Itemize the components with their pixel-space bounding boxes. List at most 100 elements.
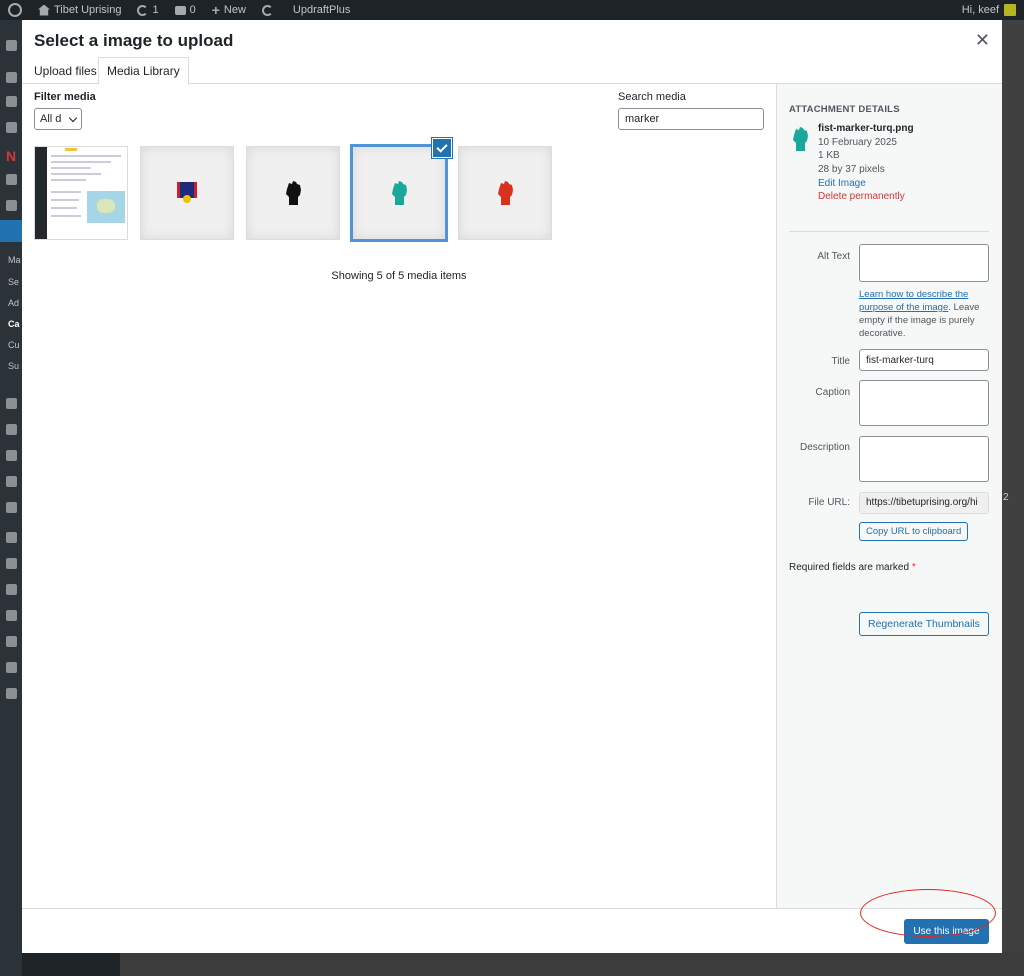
showing-count: Showing 5 of 5 media items xyxy=(331,270,467,282)
new-label: New xyxy=(223,4,246,16)
updraftplus-link[interactable]: UpdraftPlus xyxy=(254,4,358,16)
comments-link[interactable]: 0 xyxy=(167,4,204,16)
description-field[interactable] xyxy=(859,436,989,482)
screenshot-thumbnail xyxy=(35,147,127,239)
map-pin-icon[interactable] xyxy=(0,220,22,242)
fist-icon xyxy=(793,127,808,151)
mail-icon[interactable] xyxy=(6,174,17,185)
google-icon[interactable] xyxy=(6,662,17,673)
use-this-image-button[interactable]: Use this image xyxy=(904,919,989,944)
submenu-item-3[interactable]: Ad xyxy=(8,298,19,308)
filter-media-label: Filter media xyxy=(34,91,96,103)
media-icon[interactable] xyxy=(6,96,17,107)
wordpress-icon xyxy=(8,3,22,17)
attachment-screenshot[interactable] xyxy=(34,146,128,240)
attachment-filename: fist-marker-turq.png xyxy=(818,123,914,134)
layers-icon[interactable] xyxy=(6,636,17,647)
title-label: Title xyxy=(831,356,850,367)
attachments-grid xyxy=(34,138,594,242)
edit-image-link[interactable]: Edit Image xyxy=(818,178,866,189)
pages-icon[interactable] xyxy=(6,122,17,133)
lock-icon[interactable] xyxy=(6,532,17,543)
wordpress-logo[interactable] xyxy=(0,3,30,17)
attachment-date: 10 February 2025 xyxy=(818,137,897,148)
submenu-item-6[interactable]: Su xyxy=(8,361,19,371)
marker-thumbnail xyxy=(177,182,197,203)
settings-icon[interactable] xyxy=(6,502,17,513)
date-filter-value: All dates xyxy=(40,113,62,125)
title-field[interactable] xyxy=(859,349,989,371)
tools-icon[interactable] xyxy=(6,200,17,211)
alt-text-label: Alt Text xyxy=(817,251,850,262)
fist-icon xyxy=(286,181,301,205)
file-url-field[interactable]: https://tibetuprising.org/hi xyxy=(859,492,989,514)
updates-icon xyxy=(137,4,149,16)
updates-count: 1 xyxy=(152,4,159,16)
media-modal: Select a image to upload ✕ Upload files … xyxy=(22,20,1002,953)
shield-icon[interactable] xyxy=(6,610,17,621)
updates-link[interactable]: 1 xyxy=(129,4,166,16)
search-input[interactable] xyxy=(618,108,764,130)
required-fields-note: Required fields are marked * xyxy=(789,562,916,573)
date-filter-select[interactable]: All dates xyxy=(34,108,82,130)
submenu-item-4[interactable]: Ca xyxy=(8,319,20,329)
updraftplus-label: UpdraftPlus xyxy=(292,4,351,16)
regenerate-thumbnails-button[interactable]: Regenerate Thumbnails xyxy=(859,612,989,636)
attachment-size: 1 KB xyxy=(818,150,840,161)
modal-footer xyxy=(22,908,1002,953)
attachment-details-sidebar: ATTACHMENT DETAILS fist-marker-turq.png … xyxy=(776,84,1002,908)
admin-content-background-right xyxy=(1002,20,1024,952)
pin-icon-2[interactable] xyxy=(6,398,17,409)
selected-check-icon[interactable] xyxy=(432,138,452,158)
n-plugin-icon[interactable]: N xyxy=(6,148,16,164)
alt-text-field[interactable] xyxy=(859,244,989,282)
site-name: Tibet Uprising xyxy=(54,4,122,16)
description-label: Description xyxy=(799,442,850,453)
copy-url-button[interactable]: Copy URL to clipboard xyxy=(859,522,969,541)
caption-field[interactable] xyxy=(859,380,989,426)
attachment-fist-red[interactable] xyxy=(458,146,552,240)
submenu-item-5[interactable]: Cu xyxy=(8,340,20,350)
pin-icon[interactable] xyxy=(6,72,17,83)
fist-icon xyxy=(498,181,513,205)
avatar xyxy=(1004,4,1016,16)
collapse-icon[interactable] xyxy=(6,688,17,699)
brush-icon[interactable] xyxy=(6,424,17,435)
wrench-icon[interactable] xyxy=(6,476,17,487)
site-name-link[interactable]: Tibet Uprising xyxy=(30,4,129,16)
caption-label: Caption xyxy=(815,387,850,398)
attachment-dimensions: 28 by 37 pixels xyxy=(818,164,885,175)
close-icon[interactable]: ✕ xyxy=(975,30,990,51)
admin-bar: Tibet Uprising 1 0 + New UpdraftPlus Hi,… xyxy=(0,0,1024,20)
background-text: 2 xyxy=(1003,492,1009,503)
delete-permanently-link[interactable]: Delete permanently xyxy=(818,191,905,202)
details-divider xyxy=(789,231,989,232)
required-star: * xyxy=(911,562,916,573)
gear-icon[interactable] xyxy=(6,558,17,569)
users-icon[interactable] xyxy=(6,450,17,461)
plus-icon: + xyxy=(211,2,220,18)
attachment-fist-turquoise[interactable] xyxy=(350,138,452,242)
modal-title: Select a image to upload xyxy=(34,31,234,50)
admin-menu: N Ma Se Ad Ca Cu Su xyxy=(0,20,22,976)
greeting: Hi, keef xyxy=(961,4,999,16)
plugin-icon[interactable] xyxy=(6,584,17,595)
attachment-fist-black[interactable] xyxy=(246,146,340,240)
home-icon xyxy=(38,4,50,16)
file-url-label: File URL: xyxy=(808,497,850,508)
new-content-link[interactable]: + New xyxy=(204,2,254,18)
updraft-icon xyxy=(261,4,273,16)
modal-tabs: Upload files Media Library xyxy=(22,57,1002,85)
comment-icon xyxy=(174,5,186,15)
submenu-item-1[interactable]: Ma xyxy=(8,255,21,265)
alt-text-help: Learn how to describe the purpose of the… xyxy=(859,288,991,340)
search-media-label: Search media xyxy=(618,91,686,103)
chevron-down-icon xyxy=(68,113,78,122)
tab-upload-files[interactable]: Upload files xyxy=(26,57,105,84)
tab-media-library[interactable]: Media Library xyxy=(98,57,189,85)
comments-count: 0 xyxy=(189,4,196,16)
submenu-item-2[interactable]: Se xyxy=(8,277,19,287)
account-menu[interactable]: Hi, keef xyxy=(962,4,1024,16)
attachment-marker[interactable] xyxy=(140,146,234,240)
dashboard-icon[interactable] xyxy=(6,40,17,51)
